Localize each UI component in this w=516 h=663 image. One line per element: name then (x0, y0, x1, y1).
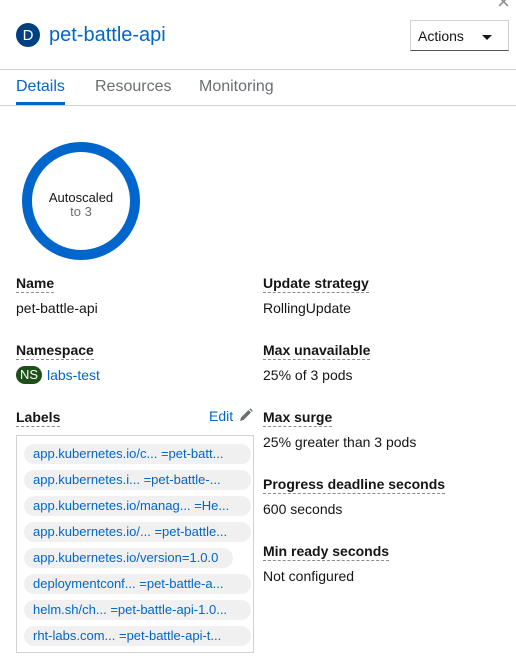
label-value: =He... (194, 498, 230, 513)
label-value: =pet-battle-... (143, 472, 221, 487)
label-chip[interactable]: helm.sh/ch... =pet-battle-api-1.0... (24, 600, 251, 620)
label-value: =pet-battle-api-t... (118, 628, 222, 643)
label-key: rht-labs.com... (33, 628, 116, 643)
label-chip[interactable]: app.kubernetes.io/manag... =He... (24, 496, 251, 516)
namespace-label[interactable]: Namespace (16, 342, 94, 360)
min-ready-label[interactable]: Min ready seconds (263, 543, 390, 561)
pod-ring-label: Autoscaled to 3 (21, 141, 141, 261)
update-strategy-value: RollingUpdate (263, 300, 351, 316)
tab-details[interactable]: Details (16, 78, 65, 96)
label-value: =pet-batt... (160, 446, 224, 461)
name-value: pet-battle-api (16, 300, 98, 316)
min-ready-value: Not configured (263, 568, 355, 584)
max-surge-label[interactable]: Max surge (263, 409, 333, 427)
close-icon[interactable]: × (497, 0, 510, 13)
label-value: =pet-battle... (154, 524, 228, 539)
tab-monitoring[interactable]: Monitoring (199, 78, 274, 96)
label-value: =pet-battle-a... (139, 576, 224, 591)
label-key: app.kubernetes.io/... (33, 524, 151, 539)
label-key: app.kubernetes.io/c... (33, 446, 158, 461)
edit-labels-link[interactable]: Edit (209, 408, 233, 424)
label-chip[interactable]: deploymentconf... =pet-battle-a... (24, 574, 251, 594)
label-chip[interactable]: app.kubernetes.io/... =pet-battle... (24, 522, 251, 542)
actions-label: Actions (418, 27, 464, 44)
label-chip[interactable]: app.kubernetes.io/version=1.0.0 (24, 548, 233, 568)
label-key: app.kubernetes.io/manag... (33, 498, 191, 513)
labels-list: app.kubernetes.io/c... =pet-batt... app.… (16, 435, 254, 653)
progress-deadline-label[interactable]: Progress deadline seconds (263, 476, 446, 494)
active-tab-indicator (16, 102, 65, 105)
label-chip[interactable]: rht-labs.com... =pet-battle-api-t... (24, 626, 251, 646)
pod-ring-sub-text: to 3 (70, 204, 92, 219)
pod-ring-main-text: Autoscaled (48, 190, 114, 205)
namespace-link[interactable]: labs-test (47, 367, 100, 383)
deployment-badge: D (16, 23, 40, 47)
name-label[interactable]: Name (16, 275, 55, 293)
max-surge-value: 25% greater than 3 pods (263, 434, 417, 450)
labels-label[interactable]: Labels (16, 409, 61, 427)
label-key: deploymentconf... (33, 576, 136, 591)
tab-bar: Details Resources Monitoring (0, 70, 516, 106)
max-unavailable-value: 25% of 3 pods (263, 367, 353, 383)
caret-down-icon (482, 35, 492, 40)
actions-dropdown[interactable]: Actions (410, 20, 509, 51)
tab-resources[interactable]: Resources (95, 78, 171, 96)
namespace-badge: NS (16, 366, 43, 384)
label-key: app.kubernetes.io/version=1.0.0 (33, 550, 219, 565)
progress-deadline-value: 600 seconds (263, 501, 343, 517)
pencil-icon[interactable] (239, 408, 253, 422)
resource-title: pet-battle-api (49, 23, 166, 46)
label-chip[interactable]: app.kubernetes.io/c... =pet-batt... (24, 444, 251, 464)
label-key: app.kubernetes.i... (33, 472, 140, 487)
label-chip[interactable]: app.kubernetes.i... =pet-battle-... (24, 470, 251, 490)
label-key: helm.sh/ch... (33, 602, 107, 617)
resource-header: D pet-battle-api (16, 22, 166, 48)
max-unavailable-label[interactable]: Max unavailable (263, 342, 371, 360)
update-strategy-label[interactable]: Update strategy (263, 275, 369, 293)
label-value: =pet-battle-api-1.0... (110, 602, 228, 617)
